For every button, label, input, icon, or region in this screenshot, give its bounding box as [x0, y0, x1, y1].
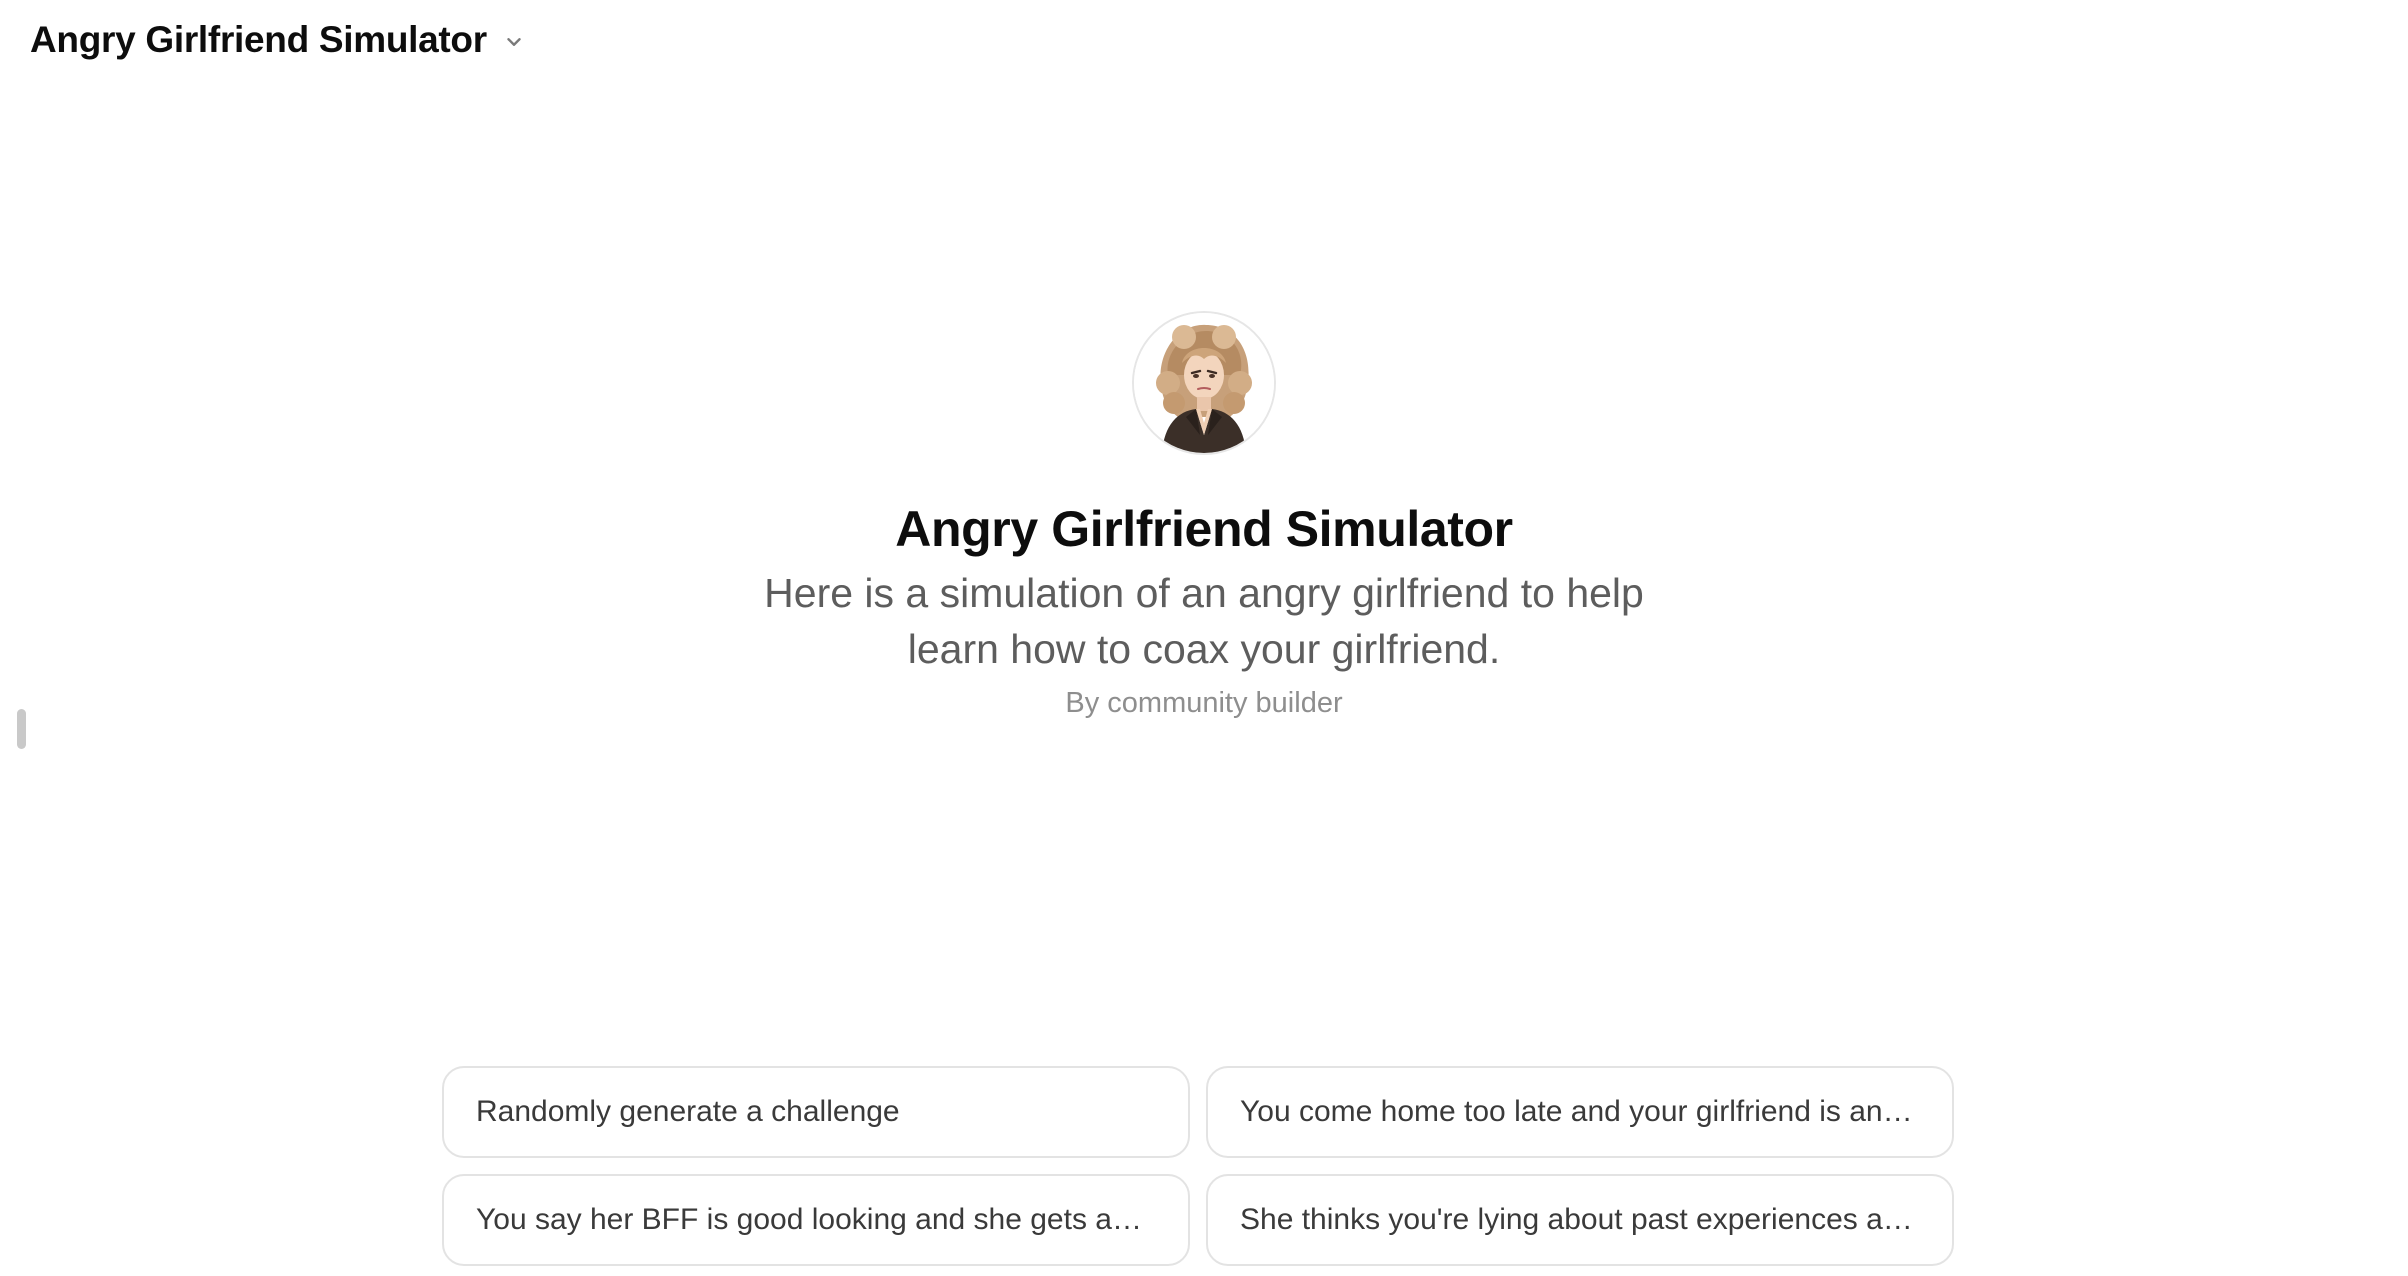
conversation-starters: Randomly generate a challenge You come h…: [442, 1066, 1954, 1266]
gpt-name: Angry Girlfriend Simulator: [895, 501, 1513, 557]
chevron-down-icon[interactable]: [501, 29, 527, 55]
gpt-avatar: [1132, 311, 1276, 455]
starter-button-3[interactable]: You say her BFF is good looking and she …: [442, 1174, 1190, 1266]
gpt-author: By community builder: [1065, 687, 1343, 719]
starter-button-4[interactable]: She thinks you're lying about past exper…: [1206, 1174, 1954, 1266]
starter-label: You say her BFF is good looking and she …: [476, 1203, 1156, 1236]
starter-button-1[interactable]: Randomly generate a challenge: [442, 1066, 1190, 1158]
header-title: Angry Girlfriend Simulator: [30, 19, 487, 60]
starter-label: You come home too late and your girlfrie…: [1240, 1095, 1920, 1128]
gpt-title-dropdown[interactable]: Angry Girlfriend Simulator: [30, 12, 527, 68]
starter-label: She thinks you're lying about past exper…: [1240, 1203, 1920, 1236]
gpt-intro: Angry Girlfriend Simulator Here is a sim…: [0, 311, 2408, 720]
starter-button-2[interactable]: You come home too late and your girlfrie…: [1206, 1066, 1954, 1158]
starter-label: Randomly generate a challenge: [476, 1095, 900, 1128]
gpt-description: Here is a simulation of an angry girlfri…: [764, 570, 1644, 672]
